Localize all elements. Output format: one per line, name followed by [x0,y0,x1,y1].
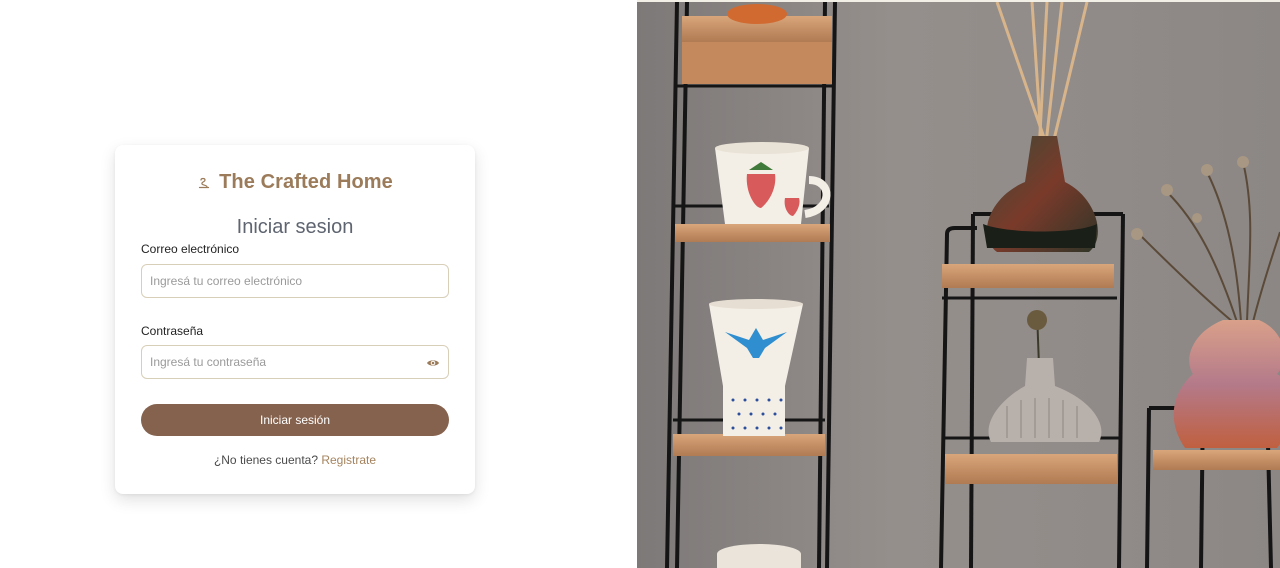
email-label: Correo electrónico [141,242,240,256]
page-title: Iniciar sesion [236,216,354,238]
signup-link[interactable]: Registrate [321,453,376,467]
eye-icon[interactable] [426,356,440,370]
swirl-logo-icon [198,177,210,188]
brand: The Crafted Home [115,171,475,194]
email-field-wrapper [141,264,449,298]
hero-photo [637,2,1280,568]
password-field-wrapper [141,345,449,379]
brand-name: The Crafted Home [219,171,393,193]
email-field[interactable] [142,265,448,297]
signup-prompt: ¿No tienes cuenta? Registrate [115,453,475,467]
hero-image [637,2,1280,568]
signup-question: ¿No tienes cuenta? [213,453,318,467]
password-field[interactable] [142,346,448,378]
login-button[interactable]: Iniciar sesión [141,404,449,436]
password-label: Contraseña [141,324,204,338]
login-card: The Crafted Home Iniciar sesion Correo e… [115,145,475,494]
login-pane: The Crafted Home Iniciar sesion Correo e… [0,0,637,568]
